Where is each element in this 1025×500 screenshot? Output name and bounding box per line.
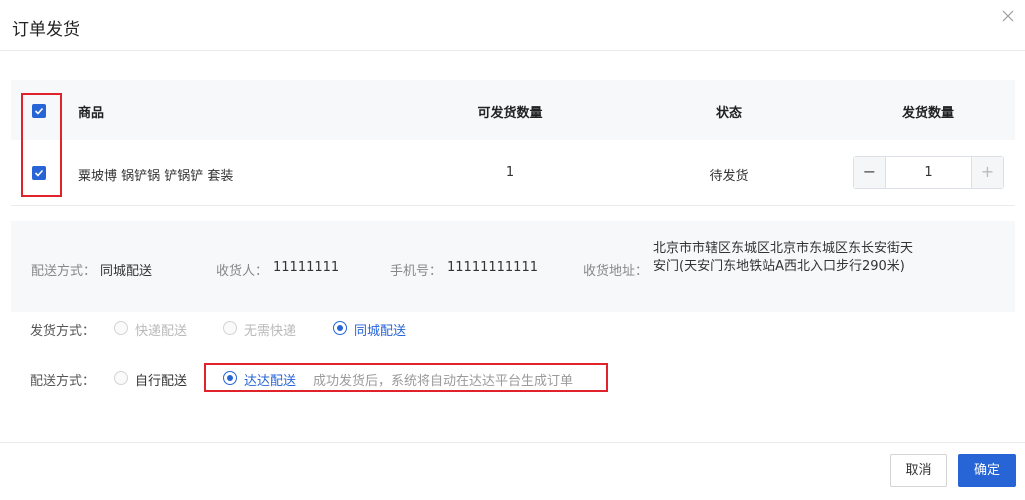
ship-express-radio[interactable] [114,321,128,335]
row-product-name: 粟坡博 锅铲锅 铲锅铲 套装 [78,169,234,184]
delivery-mode-label: 配送方式： [30,374,96,389]
confirm-button[interactable]: 确定 [958,454,1016,487]
table-header: 商品 可发货数量 状态 发货数量 [11,80,1015,140]
cancel-button[interactable]: 取消 [890,454,947,487]
dada-delivery-radio[interactable] [223,371,237,385]
header-status: 状态 [715,106,743,121]
quantity-input[interactable]: 1 [886,157,971,188]
ship-no-express-label[interactable]: 无需快递 [244,320,296,339]
phone-value: 11111111111 [447,260,538,275]
ship-express-label[interactable]: 快递配送 [135,320,187,339]
receiver-value: 11111111 [273,260,340,275]
address-value: 北京市市辖区东城区北京市东城区东长安街天安门(天安门东地铁站A西北入口步行290… [653,241,914,274]
delivery-method-label: 配送方式： [31,264,97,279]
quantity-stepper: − 1 + [853,156,1004,189]
self-delivery-label[interactable]: 自行配送 [135,370,187,389]
row-shippable-qty: 1 [505,165,515,180]
header-product: 商品 [78,106,105,121]
table-row: 粟坡博 锅铲锅 铲锅铲 套装 1 待发货 − 1 + [11,140,1015,206]
header-shippable-qty: 可发货数量 [477,106,543,121]
delivery-info-panel: 配送方式： 同城配送 收货人： 11111111 手机号： 1111111111… [11,221,1015,312]
ship-method-label: 发货方式： [30,324,96,339]
dialog-title: 订单发货 [12,20,80,40]
phone-label: 手机号： [390,264,443,279]
ship-same-city-label[interactable]: 同城配送 [354,320,406,339]
ship-no-express-radio[interactable] [223,321,237,335]
footer-divider [0,442,1025,443]
self-delivery-radio[interactable] [114,371,128,385]
receiver-label: 收货人： [216,264,269,279]
close-icon[interactable] [1001,9,1015,23]
decrement-button[interactable]: − [854,157,886,188]
header-ship-qty: 发货数量 [901,106,955,121]
ship-same-city-radio[interactable] [333,321,347,335]
delivery-method-value: 同城配送 [100,264,153,279]
checkbox-highlight-box [21,93,62,197]
row-status: 待发货 [709,169,749,184]
dialog-header: 订单发货 [0,0,1025,51]
dada-hint-text: 成功发货后，系统将自动在达达平台生成订单 [313,374,574,389]
product-table: 商品 可发货数量 状态 发货数量 粟坡博 锅铲锅 铲锅铲 套装 1 待发货 − … [11,80,1015,206]
increment-button[interactable]: + [971,157,1003,188]
address-label: 收货地址： [583,264,649,279]
dada-delivery-label[interactable]: 达达配送 [244,370,296,389]
